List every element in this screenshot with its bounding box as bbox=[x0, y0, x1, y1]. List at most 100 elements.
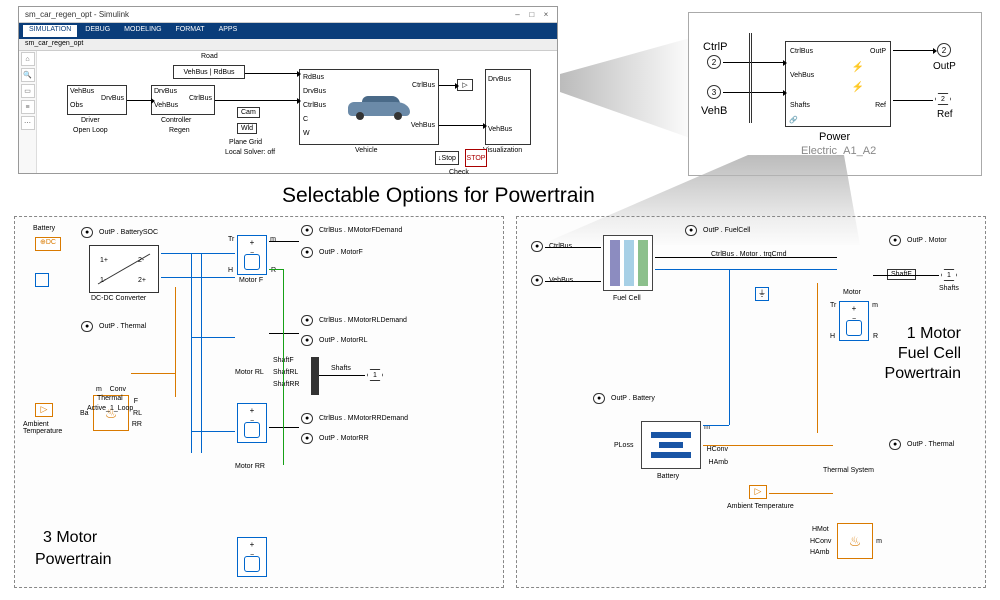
ground-icon[interactable] bbox=[35, 273, 49, 287]
vehb-label: VehB bbox=[701, 105, 727, 117]
mf-demand-tag[interactable]: ● bbox=[301, 225, 313, 236]
ribbon-tab-simulation[interactable]: SIMULATION bbox=[23, 25, 77, 37]
tool-zoom-icon[interactable]: 🔍 bbox=[21, 68, 35, 82]
dcdc-label: DC-DC Converter bbox=[91, 295, 146, 302]
window-titlebar: sm_car_regen_opt - Simulink – □ × bbox=[19, 7, 557, 23]
v-p2: DrvBus bbox=[303, 88, 326, 95]
vehicle-block[interactable]: RdBus DrvBus CtrlBus C W CtrlBus VehBus bbox=[299, 69, 439, 145]
left-toolbar: ⌂ 🔍 ▭ ≡ ⋯ bbox=[19, 51, 37, 173]
road-label: Road bbox=[201, 53, 218, 60]
mrr-demand: CtrlBus . MMotorRRDemand bbox=[319, 415, 408, 422]
fc-battery-block[interactable]: PLoss m HConv HAmb bbox=[641, 421, 701, 469]
ctrlbus-tag[interactable]: ● bbox=[531, 241, 543, 252]
solver-label: Local Solver: off bbox=[225, 149, 275, 156]
bus-creator[interactable] bbox=[311, 357, 319, 395]
port-2-in[interactable]: 2 bbox=[707, 55, 721, 69]
road-in: VehBus bbox=[184, 69, 208, 76]
motorf-block[interactable]: − Tr H m R bbox=[237, 235, 267, 275]
svg-text:1-: 1- bbox=[100, 277, 107, 284]
port2-num: 2 bbox=[712, 58, 716, 67]
terminator-block[interactable]: ▷ bbox=[457, 79, 473, 91]
tool-more-icon[interactable]: ⋯ bbox=[21, 116, 35, 130]
mrr-out-tag[interactable]: ● bbox=[301, 433, 313, 444]
fcm-r: R bbox=[873, 333, 878, 340]
tool-fit-icon[interactable]: ▭ bbox=[21, 84, 35, 98]
ribbon-tab-modeling[interactable]: MODELING bbox=[118, 25, 167, 37]
port-out2[interactable]: 2 bbox=[937, 43, 951, 57]
ribbon-tab-apps[interactable]: APPS bbox=[213, 25, 244, 37]
motor-out-tag[interactable]: ● bbox=[889, 235, 901, 246]
outp-label: OutP bbox=[933, 61, 956, 72]
road-out: RdBus bbox=[213, 69, 234, 76]
model-tab[interactable]: sm_car_regen_opt bbox=[19, 39, 557, 51]
shafts-port[interactable]: 1 bbox=[367, 369, 383, 381]
cam-tag[interactable]: Cam bbox=[237, 107, 260, 118]
th-out-tag[interactable]: ● bbox=[81, 321, 93, 332]
ambient-source[interactable]: ▷ bbox=[35, 403, 53, 417]
model-canvas[interactable]: Road VehBus | RdBus VehBus Obs DrvBus Dr… bbox=[37, 51, 557, 173]
fcm-tr: Tr bbox=[830, 302, 836, 309]
mrr-out: OutP . MotorRR bbox=[319, 435, 369, 442]
minimize-icon[interactable]: – bbox=[513, 10, 523, 20]
window-controls: – □ × bbox=[511, 10, 551, 20]
svg-text:2+: 2+ bbox=[138, 277, 146, 284]
power-block[interactable]: CtrlBus VehBus Shafts OutP Ref ⚡ ⚡ 🔗 bbox=[785, 41, 891, 127]
pb-vehbus: VehBus bbox=[790, 72, 814, 79]
fc-out-tag[interactable]: ● bbox=[685, 225, 697, 236]
mrl-out-tag[interactable]: ● bbox=[301, 335, 313, 346]
fc-ambient-source[interactable]: ▷ bbox=[749, 485, 767, 499]
port-3-in[interactable]: 3 bbox=[707, 85, 721, 99]
fc-motor-block[interactable]: − Tr H m R bbox=[839, 301, 869, 341]
dcdc-block[interactable]: 1+1-2-2+ bbox=[89, 245, 159, 293]
controller-block[interactable]: DrvBus VehBus CtrlBus bbox=[151, 85, 215, 115]
panel3-title2: Powertrain bbox=[35, 551, 111, 569]
controller-label: Controller bbox=[161, 117, 191, 124]
ft-hmot: HMot bbox=[812, 526, 829, 533]
mrr-demand-tag[interactable]: ● bbox=[301, 413, 313, 424]
fc-ploss: PLoss bbox=[614, 442, 633, 449]
port-ref2[interactable]: 2 bbox=[935, 93, 951, 105]
shafts-label: Shafts bbox=[331, 365, 351, 372]
mrl-demand-tag[interactable]: ● bbox=[301, 315, 313, 326]
fc-shafts-label: Shafts bbox=[939, 285, 959, 292]
maximize-icon[interactable]: □ bbox=[527, 10, 537, 20]
v-p3: CtrlBus bbox=[303, 102, 326, 109]
motorrl-block[interactable]: − bbox=[237, 403, 267, 443]
fc-battery-label: Battery bbox=[657, 473, 679, 480]
tool-lib-icon[interactable]: ≡ bbox=[21, 100, 35, 114]
car-icon bbox=[344, 94, 414, 120]
driver-block[interactable]: VehBus Obs DrvBus bbox=[67, 85, 127, 115]
ref2-num: 2 bbox=[941, 96, 945, 103]
vehbus-tag[interactable]: ● bbox=[531, 275, 543, 286]
close-icon[interactable]: × bbox=[541, 10, 551, 20]
road-block[interactable]: VehBus | RdBus bbox=[173, 65, 245, 79]
fc-shafts-port[interactable]: 1 bbox=[941, 269, 957, 281]
motorrr-block[interactable]: − bbox=[237, 537, 267, 577]
wld-tag[interactable]: Wld bbox=[237, 123, 257, 134]
ribbon-tab-format[interactable]: FORMAT bbox=[170, 25, 211, 37]
fuelcell-block[interactable]: m PBatt bbox=[603, 235, 653, 291]
soc-tag[interactable]: ● bbox=[81, 227, 93, 238]
panel3-title1: 3 Motor bbox=[43, 529, 97, 547]
drv-in1: VehBus bbox=[70, 88, 94, 95]
fc-thermal-out-tag[interactable]: ● bbox=[889, 439, 901, 450]
mf-out-tag[interactable]: ● bbox=[301, 247, 313, 258]
thermal-sub: Active_1_Loop bbox=[87, 405, 133, 412]
th-rl: RL bbox=[133, 410, 142, 417]
battery-block[interactable]: ⊕DC bbox=[35, 237, 61, 251]
panel-3-motor: 3 Motor Powertrain Battery ⊕DC ● OutP . … bbox=[14, 216, 504, 588]
model-tab-label: sm_car_regen_opt bbox=[25, 40, 83, 47]
driver-label: Driver bbox=[81, 117, 100, 124]
motorrl-label: Motor RL bbox=[235, 369, 264, 376]
ribbon-tab-debug[interactable]: DEBUG bbox=[79, 25, 116, 37]
viz-block[interactable]: DrvBus VehBus bbox=[485, 69, 531, 145]
stop-block[interactable]: ↓Stop bbox=[435, 151, 459, 165]
batt-out-tag[interactable]: ● bbox=[593, 393, 605, 404]
fc-ground-icon[interactable]: ⏚ bbox=[755, 287, 769, 301]
stop-sign[interactable]: STOP bbox=[465, 149, 487, 167]
fc-thermal-block[interactable]: ♨ HMot HConv HAmb m bbox=[837, 523, 873, 559]
viz-p1: DrvBus bbox=[488, 76, 511, 83]
fc-motor-out: OutP . Motor bbox=[907, 237, 947, 244]
tool-nav-icon[interactable]: ⌂ bbox=[21, 52, 35, 66]
zoom-cone-1 bbox=[560, 38, 690, 138]
